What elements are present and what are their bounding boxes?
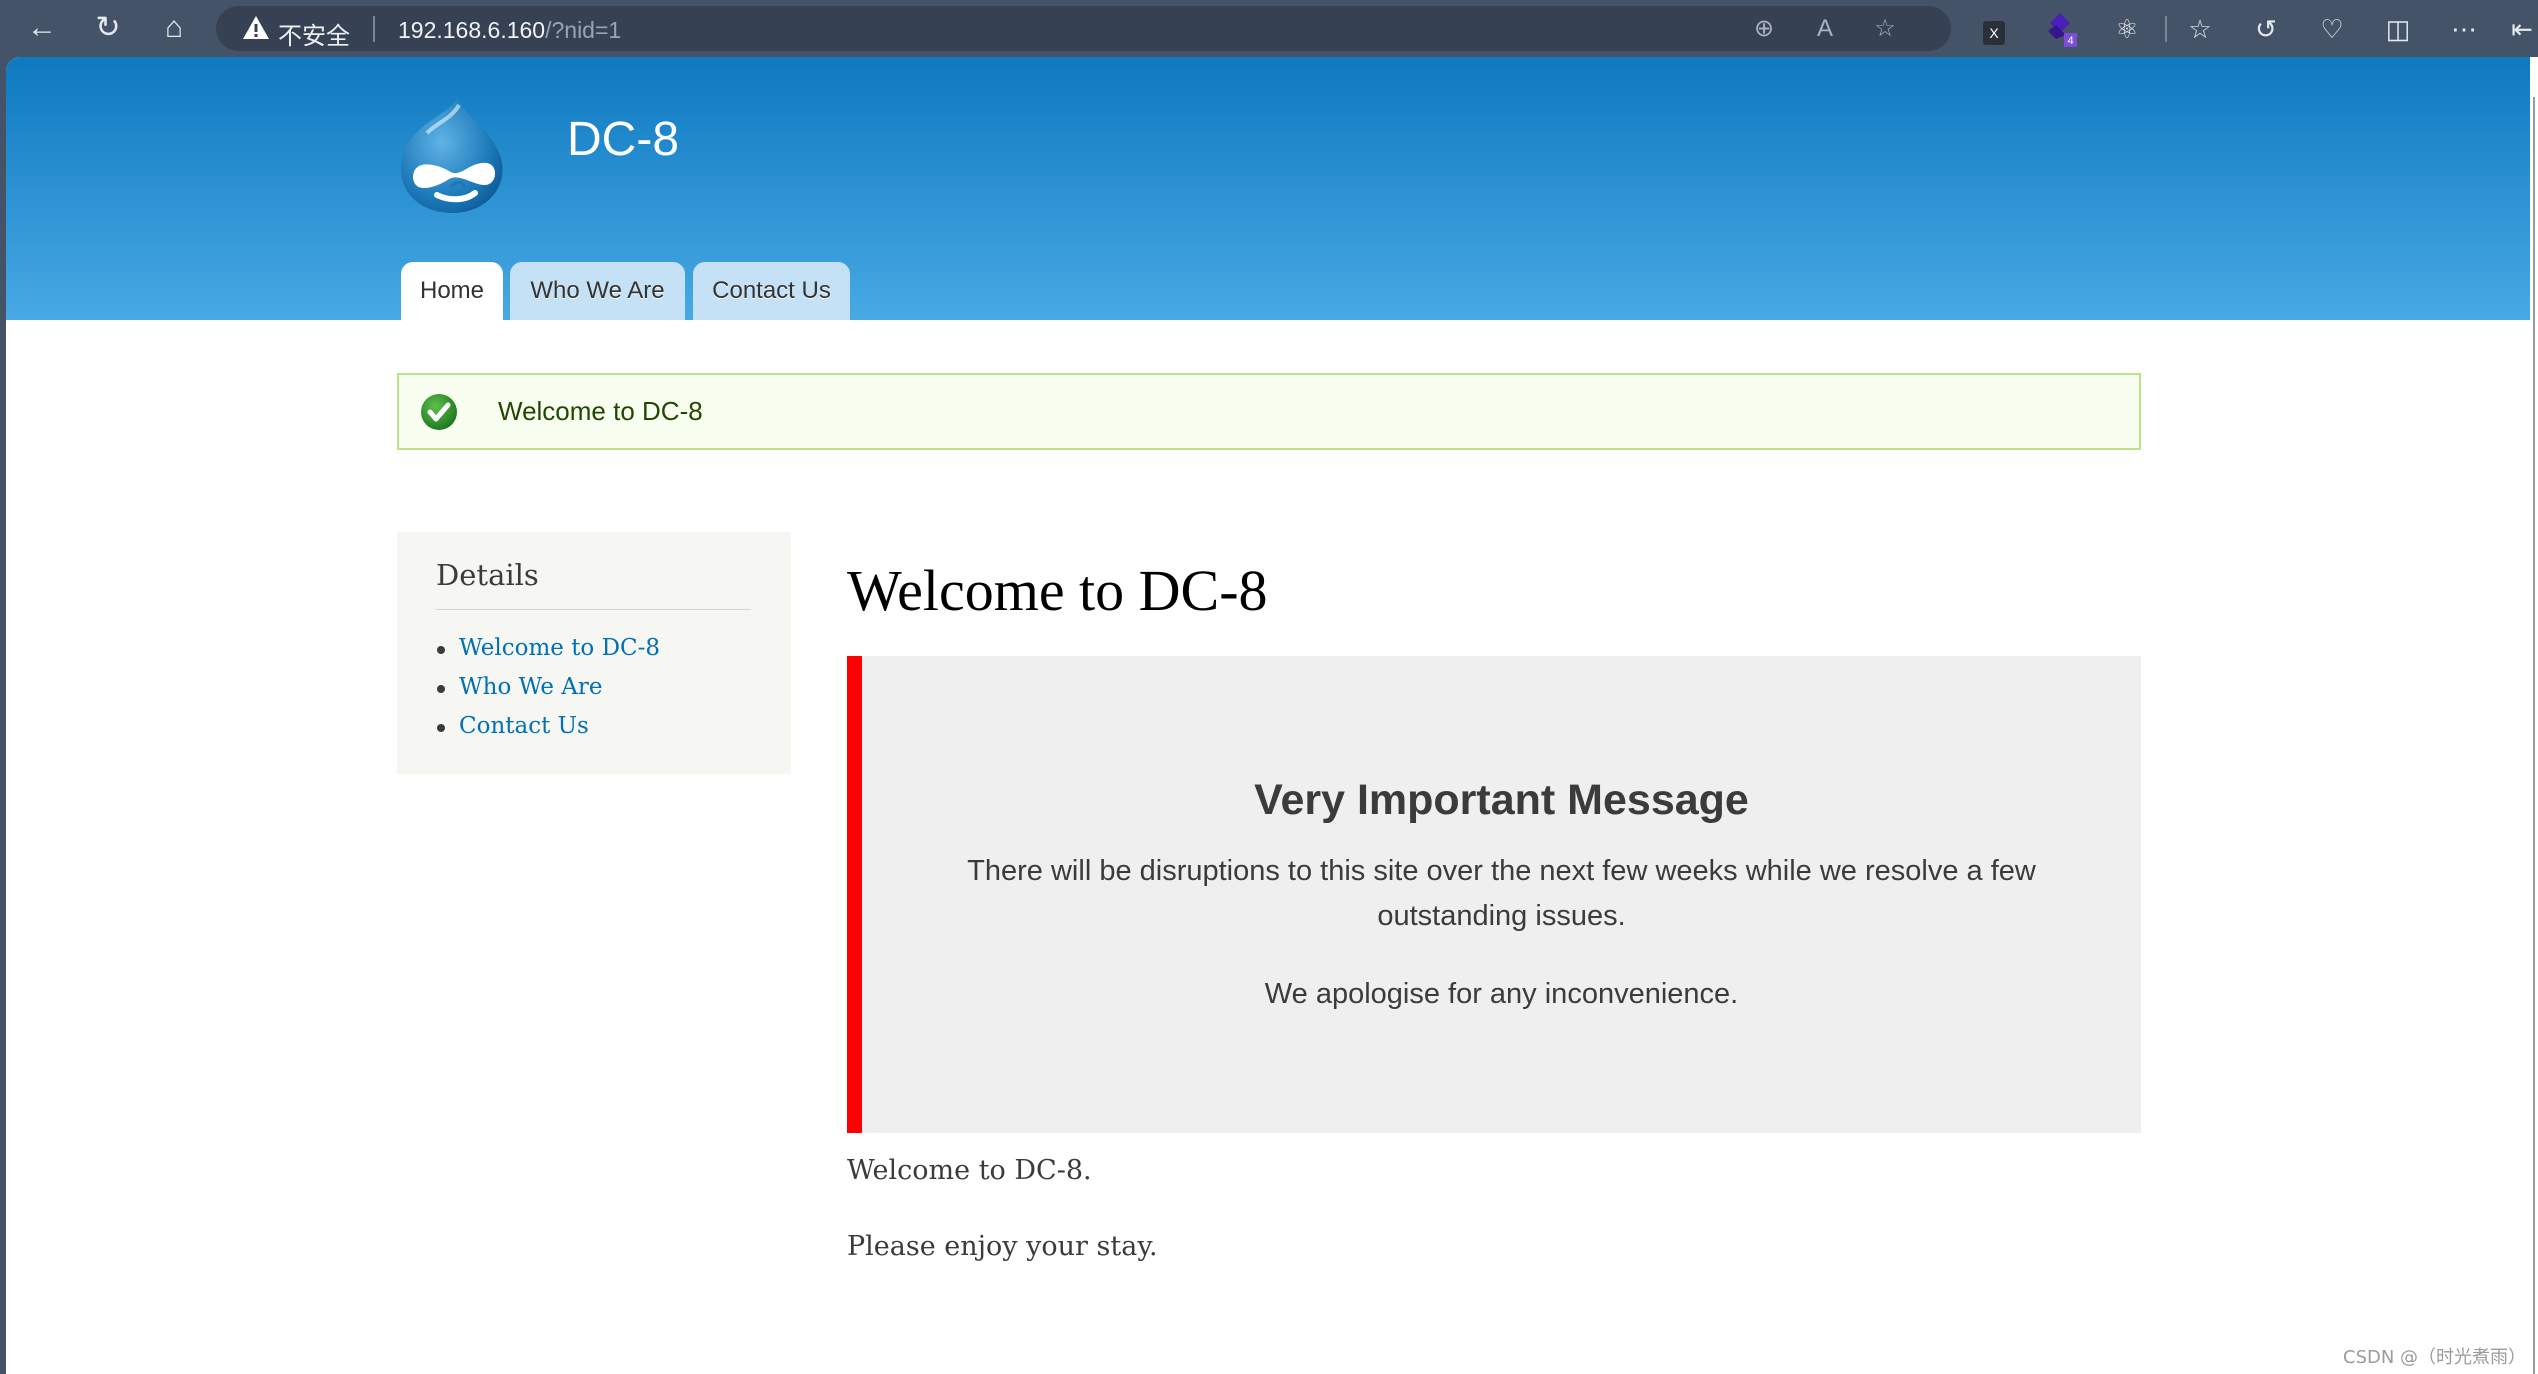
bullet-icon (437, 685, 445, 693)
address-bar[interactable]: 不安全 192.168.6.160/?nid=1 ⊕ A ☆ (216, 6, 1951, 51)
x-extension-icon[interactable]: X (1974, 9, 2014, 49)
bullet-icon (437, 724, 445, 732)
sidebar-links: Welcome to DC-8 Who We Are Contact Us (436, 629, 660, 746)
collections-icon[interactable]: ◫ (2378, 9, 2418, 49)
favorites-icon[interactable]: ☆ (2180, 9, 2220, 49)
tab-contact-us[interactable]: Contact Us (693, 262, 850, 320)
zoom-icon[interactable]: ⊕ (1749, 14, 1779, 44)
site-header: DC-8 Home Who We Are Contact Us (6, 57, 2530, 320)
watermark: CSDN @（时光煮雨） (2343, 1347, 2527, 1368)
bullet-icon (437, 646, 445, 654)
status-message: Welcome to DC-8 (397, 373, 2141, 450)
check-icon (421, 394, 457, 430)
url-host: 192.168.6.160 (398, 17, 546, 43)
body-paragraph: Please enjoy your stay. (847, 1231, 1158, 1262)
history-icon[interactable]: ↺ (2246, 9, 2286, 49)
browser-essentials-icon[interactable]: ♡ (2312, 9, 2352, 49)
body-paragraph: Welcome to DC-8. (847, 1155, 1092, 1186)
home-icon[interactable]: ⌂ (152, 8, 196, 48)
sidebar-link-label: Who We Are (459, 674, 603, 700)
extension-badge-icon[interactable]: 4 (2042, 9, 2082, 49)
url-path: /?nid=1 (545, 17, 622, 43)
browser-toolbar: ← ↻ ⌂ 不安全 192.168.6.160/?nid=1 ⊕ A ☆ X 4… (0, 0, 2538, 57)
scrollbar-thumb[interactable] (2533, 97, 2535, 1374)
sidebar-details: Details Welcome to DC-8 Who We Are Conta… (397, 532, 791, 774)
toolbar-separator (2165, 16, 2167, 42)
page-title: Welcome to DC-8 (847, 558, 1268, 623)
drupal-logo[interactable] (397, 93, 509, 215)
more-icon[interactable]: ⋯ (2444, 9, 2484, 49)
sidebar-link-welcome[interactable]: Welcome to DC-8 (436, 629, 660, 668)
favorite-star-icon[interactable]: ☆ (1870, 14, 1900, 44)
notice-heading: Very Important Message (1254, 776, 1749, 824)
important-notice: Very Important Message There will be dis… (847, 656, 2141, 1133)
sidebar-link-who-we-are[interactable]: Who We Are (436, 668, 660, 707)
sidebar-link-label: Contact Us (459, 713, 589, 739)
back-icon[interactable]: ← (20, 8, 64, 48)
sidebar-link-contact-us[interactable]: Contact Us (436, 707, 660, 746)
url-text[interactable]: 192.168.6.160/?nid=1 (398, 17, 621, 44)
tab-who-we-are[interactable]: Who We Are (510, 262, 685, 320)
tab-home[interactable]: Home (401, 262, 503, 320)
notice-apology: We apologise for any inconvenience. (1264, 978, 1739, 1010)
page-viewport: DC-8 Home Who We Are Contact Us Welcome … (6, 57, 2530, 1374)
read-aloud-icon[interactable]: A (1810, 14, 1840, 44)
sidebar-toggle-icon[interactable]: ⇤ (2506, 9, 2538, 49)
sidebar-title: Details (436, 558, 539, 592)
status-text: Welcome to DC-8 (498, 396, 703, 426)
extensions-puzzle-icon[interactable]: ⚛ (2107, 9, 2147, 49)
refresh-icon[interactable]: ↻ (86, 8, 130, 48)
site-name[interactable]: DC-8 (567, 112, 679, 167)
sidebar-link-label: Welcome to DC-8 (459, 635, 661, 661)
svg-text:4: 4 (2067, 35, 2073, 47)
security-label[interactable]: 不安全 (278, 16, 350, 51)
scrollbar[interactable] (2530, 57, 2538, 1374)
notice-paragraph: There will be disruptions to this site o… (967, 855, 2036, 932)
address-separator (373, 16, 375, 42)
sidebar-divider (436, 609, 751, 610)
warning-icon (243, 16, 269, 39)
